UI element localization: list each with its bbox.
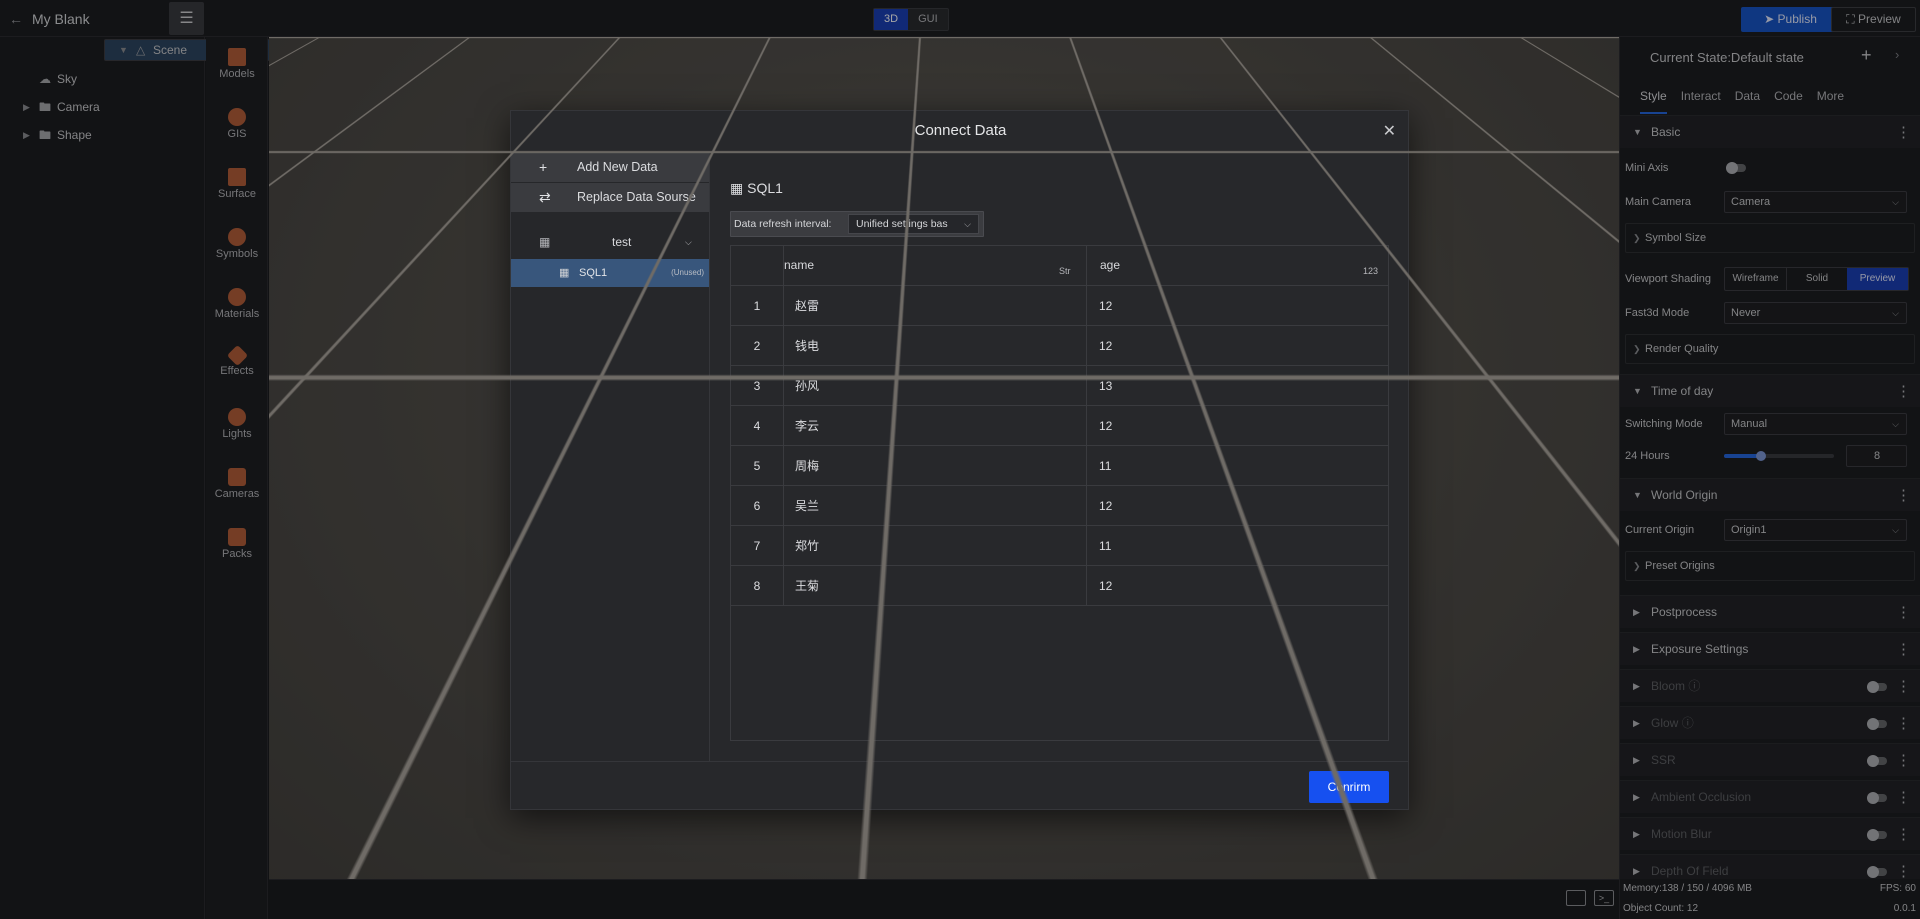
confirm-button[interactable]: Conrirm	[1309, 771, 1389, 803]
connect-data-dialog: Connect Data ✕ + Add New Data ⇄ Replace Da…	[510, 110, 1410, 810]
dialog-title: Connect Data	[511, 111, 1410, 153]
cell-name: 赵雷	[795, 299, 820, 313]
table-row[interactable]: 2 钱电 12	[731, 326, 1388, 366]
data-source-sql1[interactable]: ▦ SQL1 (Unused)	[511, 259, 709, 287]
cell-age: 12	[1099, 499, 1113, 513]
dialog-footer: Conrirm	[511, 761, 1408, 809]
row-index: 8	[753, 579, 761, 593]
data-group-test[interactable]: ▦ test ⌵	[511, 226, 709, 258]
column-header-name[interactable]: name	[784, 258, 814, 272]
table-icon: ▦	[559, 267, 570, 279]
cell-name: 钱电	[795, 339, 820, 353]
swap-icon: ⇄	[539, 189, 551, 205]
table-row[interactable]: 6 吴兰 12	[731, 486, 1388, 526]
table-header: name Str age 123	[731, 246, 1388, 286]
source-label: SQL1	[579, 267, 608, 279]
column-divider	[1086, 246, 1087, 606]
row-index: 2	[753, 339, 761, 353]
cell-name: 王菊	[795, 579, 820, 593]
table-row[interactable]: 1 赵雷 12	[731, 286, 1388, 326]
cell-age: 11	[1099, 459, 1112, 473]
select-value: Unified settings bas	[856, 218, 948, 230]
source-heading: ▦ SQL1	[730, 180, 783, 197]
column-type-badge: 123	[1363, 266, 1379, 276]
refresh-interval-select[interactable]: Unified settings bas ⌵	[848, 214, 979, 234]
replace-data-source-button[interactable]: ⇄ Replace Data Sourse	[511, 183, 709, 212]
data-preview: ▦ SQL1 Data refresh interval: Unified se…	[711, 153, 1408, 761]
row-index: 6	[753, 499, 761, 513]
row-index: 7	[753, 539, 761, 553]
cell-name: 吴兰	[795, 499, 820, 513]
cell-age: 12	[1099, 299, 1113, 313]
group-label: test	[612, 235, 632, 249]
column-header-age[interactable]: age	[1100, 258, 1120, 272]
table-icon: ▦	[730, 180, 744, 196]
button-label: Add New Data	[577, 160, 658, 174]
cell-age: 13	[1099, 379, 1113, 393]
row-index: 1	[753, 299, 761, 313]
table-row[interactable]: 3 孙风 13	[731, 366, 1388, 406]
row-index: 4	[753, 419, 761, 433]
row-index: 5	[753, 459, 761, 473]
table-row[interactable]: 4 李云 12	[731, 406, 1388, 446]
table-row[interactable]: 7 郑竹 11	[731, 526, 1388, 566]
table-icon: ▦	[539, 235, 551, 249]
source-heading-label: SQL1	[747, 180, 783, 196]
cell-age: 12	[1099, 339, 1113, 353]
button-label: Replace Data Sourse	[577, 190, 696, 204]
data-table: name Str age 123 1 赵雷 12 2 钱电 12 3 孙风 13 4 李云 12 5 周梅…	[730, 245, 1389, 741]
table-row[interactable]: 8 王菊 12	[731, 566, 1388, 606]
chevron-down-icon: ⌵	[960, 215, 971, 233]
plus-icon: +	[539, 159, 548, 175]
cell-age: 12	[1099, 419, 1113, 433]
cell-name: 李云	[795, 419, 820, 433]
add-new-data-button[interactable]: + Add New Data	[511, 153, 709, 182]
chevron-down-icon[interactable]: ⌵	[685, 226, 692, 258]
cell-name: 周梅	[795, 459, 820, 473]
data-source-sidebar: + Add New Data ⇄ Replace Data Sourse ▦ tes…	[511, 153, 710, 761]
cell-age: 12	[1099, 579, 1113, 593]
row-index: 3	[753, 379, 761, 393]
cell-age: 11	[1099, 539, 1112, 553]
refresh-interval-control: Data refresh interval: Unified settings …	[730, 211, 984, 237]
refresh-interval-label: Data refresh interval:	[734, 218, 832, 230]
cell-name: 孙风	[795, 379, 820, 393]
close-icon[interactable]: ✕	[1383, 121, 1396, 141]
cell-name: 郑竹	[795, 539, 820, 553]
table-row[interactable]: 5 周梅 11	[731, 446, 1388, 486]
column-divider	[783, 246, 784, 606]
unused-badge: (Unused)	[671, 268, 704, 277]
column-type-badge: Str	[1059, 266, 1071, 276]
